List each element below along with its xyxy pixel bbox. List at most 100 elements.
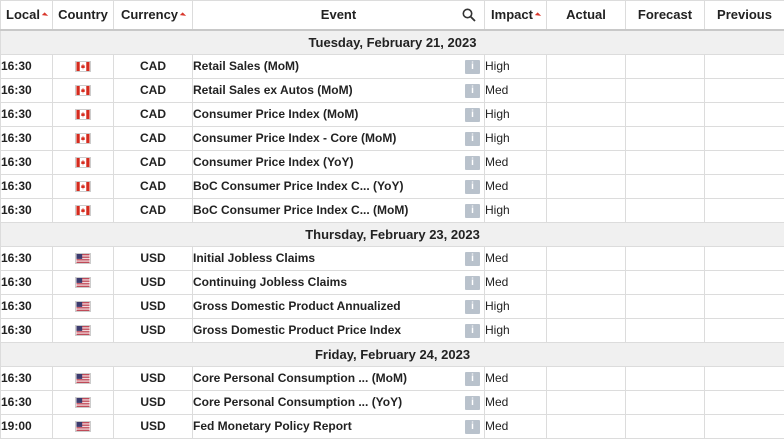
event-cell[interactable]: Gross Domestic Product Price Index i	[192, 318, 485, 343]
currency-cell: CAD	[113, 78, 193, 103]
info-icon[interactable]: i	[465, 372, 480, 386]
col-country[interactable]: Country	[52, 0, 114, 31]
col-actual[interactable]: Actual	[546, 0, 626, 31]
forecast-cell	[625, 390, 705, 415]
info-icon[interactable]: i	[465, 84, 480, 98]
previous-cell	[704, 102, 784, 127]
info-icon[interactable]: i	[465, 132, 480, 146]
event-name[interactable]: Consumer Price Index - Core (MoM)	[194, 131, 397, 145]
event-cell[interactable]: Retail Sales ex Autos (MoM) i	[192, 78, 485, 103]
info-icon[interactable]: i	[465, 180, 480, 194]
event-row[interactable]: 16:30 CAD Retail Sales (MoM) i High	[0, 54, 784, 79]
actual-cell	[546, 390, 626, 415]
event-name[interactable]: BoC Consumer Price Index C... (MoM)	[194, 203, 409, 217]
event-cell[interactable]: Fed Monetary Policy Report i	[192, 414, 485, 439]
previous-cell	[704, 150, 784, 175]
country-cell	[52, 318, 114, 343]
previous-cell	[704, 246, 784, 271]
event-cell[interactable]: Consumer Price Index - Core (MoM) i	[192, 126, 485, 151]
event-row[interactable]: 16:30 CAD BoC Consumer Price Index C... (M…	[0, 198, 784, 223]
info-icon[interactable]: i	[465, 324, 480, 338]
info-icon[interactable]: i	[465, 60, 480, 74]
info-icon[interactable]: i	[465, 276, 480, 290]
event-row[interactable]: 16:30 CAD Consumer Price Index (YoY) i Med	[0, 150, 784, 175]
event-cell[interactable]: Gross Domestic Product Annualized i	[192, 294, 485, 319]
event-cell[interactable]: Core Personal Consumption ... (YoY) i	[192, 390, 485, 415]
event-name[interactable]: Continuing Jobless Claims	[194, 275, 348, 289]
event-name[interactable]: Fed Monetary Policy Report	[194, 419, 352, 433]
event-row[interactable]: 16:30 CAD Consumer Price Index (MoM) i High	[0, 102, 784, 127]
ca-flag-icon	[75, 181, 91, 193]
event-cell[interactable]: Consumer Price Index (YoY) i	[192, 150, 485, 175]
previous-cell	[704, 126, 784, 151]
actual-cell	[546, 78, 626, 103]
event-row[interactable]: 16:30 USD Gross Domestic Product Price Ind…	[0, 318, 784, 343]
event-name[interactable]: BoC Consumer Price Index C... (YoY)	[194, 179, 404, 193]
info-icon[interactable]: i	[465, 396, 480, 410]
info-icon[interactable]: i	[465, 204, 480, 218]
impact-cell: Med	[484, 414, 547, 439]
event-row[interactable]: 16:30 USD Continuing Jobless Claims i Med	[0, 270, 784, 295]
col-actual-label: Actual	[566, 7, 606, 22]
event-name[interactable]: Core Personal Consumption ... (MoM)	[194, 371, 408, 385]
sort-arrow-icon	[179, 12, 187, 19]
info-icon[interactable]: i	[465, 156, 480, 170]
event-name[interactable]: Initial Jobless Claims	[194, 251, 316, 265]
event-row[interactable]: 16:30 CAD BoC Consumer Price Index C... (Y…	[0, 174, 784, 199]
event-name[interactable]: Gross Domestic Product Price Index	[194, 323, 402, 337]
event-name[interactable]: Consumer Price Index (MoM)	[194, 107, 359, 121]
info-icon[interactable]: i	[465, 252, 480, 266]
ca-flag-icon	[75, 133, 91, 145]
currency-cell: CAD	[113, 54, 193, 79]
info-icon[interactable]: i	[465, 300, 480, 314]
currency-cell: USD	[113, 390, 193, 415]
currency-cell: USD	[113, 246, 193, 271]
country-cell	[52, 54, 114, 79]
info-icon[interactable]: i	[465, 108, 480, 122]
time-cell: 16:30	[0, 270, 53, 295]
event-row[interactable]: 16:30 USD Gross Domestic Product Annualize…	[0, 294, 784, 319]
actual-cell	[546, 294, 626, 319]
currency-cell: USD	[113, 366, 193, 391]
event-cell[interactable]: Consumer Price Index (MoM) i	[192, 102, 485, 127]
time-cell: 16:30	[0, 390, 53, 415]
forecast-cell	[625, 246, 705, 271]
col-event-label: Event	[320, 7, 357, 22]
event-row[interactable]: 19:00 USD Fed Monetary Policy Report i Med	[0, 414, 784, 439]
date-label: Thursday, February 23, 2023	[0, 222, 784, 247]
time-cell: 16:30	[0, 54, 53, 79]
actual-cell	[546, 102, 626, 127]
event-name[interactable]: Core Personal Consumption ... (YoY)	[194, 395, 403, 409]
forecast-cell	[625, 414, 705, 439]
event-row[interactable]: 16:30 USD Core Personal Consumption ... (Y…	[0, 390, 784, 415]
event-cell[interactable]: Continuing Jobless Claims i	[192, 270, 485, 295]
event-cell[interactable]: Core Personal Consumption ... (MoM) i	[192, 366, 485, 391]
event-cell[interactable]: Retail Sales (MoM) i	[192, 54, 485, 79]
event-row[interactable]: 16:30 USD Initial Jobless Claims i Med	[0, 246, 784, 271]
col-local[interactable]: Local	[0, 0, 53, 31]
event-name[interactable]: Gross Domestic Product Annualized	[194, 299, 401, 313]
col-previous[interactable]: Previous	[704, 0, 784, 31]
col-impact[interactable]: Impact	[484, 0, 547, 31]
previous-cell	[704, 198, 784, 223]
event-name[interactable]: Consumer Price Index (YoY)	[194, 155, 354, 169]
event-row[interactable]: 16:30 USD Core Personal Consumption ... (M…	[0, 366, 784, 391]
sort-arrow-icon	[534, 12, 542, 19]
event-name[interactable]: Retail Sales (MoM)	[194, 59, 300, 73]
event-cell[interactable]: BoC Consumer Price Index C... (MoM) i	[192, 198, 485, 223]
country-cell	[52, 270, 114, 295]
event-row[interactable]: 16:30 CAD Consumer Price Index - Core (MoM…	[0, 126, 784, 151]
event-row[interactable]: 16:30 CAD Retail Sales ex Autos (MoM) i Med	[0, 78, 784, 103]
search-icon[interactable]	[462, 8, 476, 22]
event-cell[interactable]: BoC Consumer Price Index C... (YoY) i	[192, 174, 485, 199]
info-icon[interactable]: i	[465, 420, 480, 434]
col-event[interactable]: Event	[192, 0, 485, 31]
col-forecast[interactable]: Forecast	[625, 0, 705, 31]
previous-cell	[704, 414, 784, 439]
event-cell[interactable]: Initial Jobless Claims i	[192, 246, 485, 271]
sort-arrow-icon	[41, 12, 49, 19]
col-currency[interactable]: Currency	[113, 0, 193, 31]
event-name[interactable]: Retail Sales ex Autos (MoM)	[194, 83, 353, 97]
forecast-cell	[625, 126, 705, 151]
date-row: Tuesday, February 21, 2023	[0, 29, 784, 55]
